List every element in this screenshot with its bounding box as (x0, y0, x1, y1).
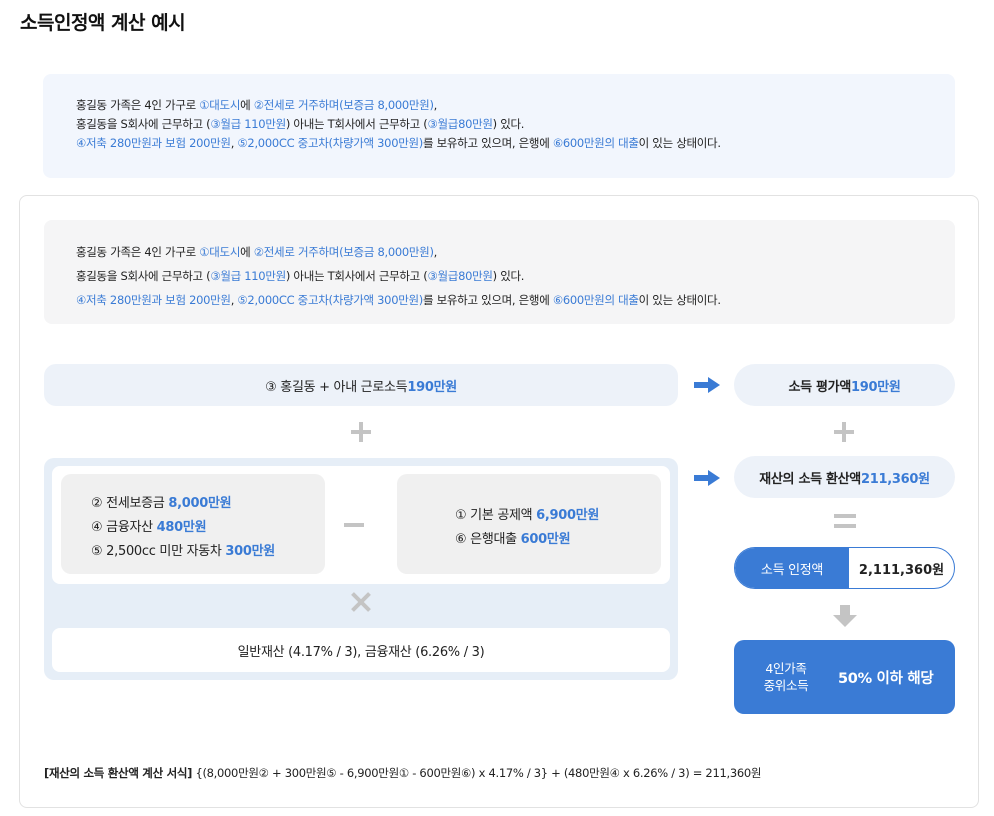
income-evaluation-value: 190만원 (850, 379, 901, 395)
median-income-label-line: 4인가족 (765, 661, 807, 676)
scenario-highlight-savings: ④저축 280만원과 보험 200만원 (76, 136, 231, 150)
scenario-text: ) 아내는 T회사에서 근무하고 ( (285, 269, 428, 283)
asset-income-conversion-value: 211,360원 (860, 471, 930, 487)
scenario-line-3: ④저축 280만원과 보험 200만원, ⑤2,000CC 중고차(차량가액 3… (76, 134, 955, 153)
earned-income-value: 190만원 (407, 379, 457, 395)
asset-income-conversion-label: 재산의 소득 환산액 (759, 471, 861, 487)
asset-deduction-box: ① 기본 공제액 6,900만원 ⑥ 은행대출 600만원 (397, 474, 661, 574)
calculation-card: 홍길동 가족은 4인 가구로 ①대도시에 ②전세로 거주하며(보증금 8,000… (19, 195, 979, 808)
median-income-result: 50% 이하 해당 (838, 670, 934, 687)
minus-icon (344, 523, 364, 527)
scenario-text: ) 아내는 T회사에서 근무하고 ( (285, 117, 428, 131)
scenario-highlight-salary-1: ③월급 110만원 (210, 269, 286, 283)
asset-item-label: ⑤ 2,500cc 미만 자동차 (91, 544, 226, 559)
asset-addition-box: ② 전세보증금 8,000만원 ④ 금융자산 480만원 ⑤ 2,500cc 미… (61, 474, 325, 574)
scenario-text: 홍길동을 S회사에 근무하고 ( (76, 269, 211, 283)
scenario-detail-box: 홍길동 가족은 4인 가구로 ①대도시에 ②전세로 거주하며(보증금 8,000… (44, 220, 955, 324)
scenario-line-3: ④저축 280만원과 보험 200만원, ⑤2,000CC 중고차(차량가액 3… (76, 288, 955, 312)
scenario-highlight-city: ①대도시 (199, 98, 241, 112)
recognized-income-box: 소득 인정액 2,111,360원 (734, 547, 955, 589)
scenario-highlight-salary-1: ③월급 110만원 (210, 117, 286, 131)
recognized-income-label: 소득 인정액 (735, 548, 849, 588)
income-evaluation-label: 소득 평가액 (788, 379, 851, 395)
scenario-highlight-salary-2: ③월급80만원 (427, 269, 493, 283)
conversion-rate-box: 일반재산 (4.17% / 3), 금융재산 (6.26% / 3) (52, 628, 670, 672)
deduction-item-value: 6,900만원 (536, 508, 600, 523)
formula-expression: {(8,000만원② + 300만원⑤ - 6,900만원① - 600만원⑥)… (192, 766, 762, 780)
scenario-text: 이 있는 상태이다. (638, 136, 721, 150)
plus-icon (351, 422, 371, 442)
asset-item-label: ② 전세보증금 (91, 496, 169, 511)
formula-line: [재산의 소득 환산액 계산 서식] {(8,000만원② + 300만원⑤ -… (44, 765, 761, 781)
median-income-label-line: 중위소득 (763, 678, 809, 693)
scenario-summary-box: 홍길동 가족은 4인 가구로 ①대도시에 ②전세로 거주하며(보증금 8,000… (43, 74, 955, 178)
scenario-text: 이 있는 상태이다. (638, 293, 721, 307)
earned-income-box: ③ 홍길동 + 아내 근로소득 190만원 (44, 364, 678, 406)
deduction-item-label: ① 기본 공제액 (455, 508, 537, 523)
plus-icon (834, 422, 854, 442)
asset-item-lease-deposit: ② 전세보증금 8,000만원 (91, 492, 325, 516)
scenario-text: 에 (240, 98, 254, 112)
asset-item-label: ④ 금융자산 (91, 520, 157, 535)
scenario-highlight-city: ①대도시 (199, 245, 241, 259)
scenario-highlight-loan: ⑥600만원의 대출 (552, 293, 639, 307)
page-title: 소득인정액 계산 예시 (20, 12, 186, 34)
arrow-right-icon (694, 470, 720, 486)
earned-income-label: ③ 홍길동 + 아내 근로소득 (265, 379, 408, 395)
scenario-text: 홍길동을 S회사에 근무하고 ( (76, 117, 211, 131)
asset-item-value: 8,000만원 (168, 496, 232, 511)
asset-calculation-panel: ② 전세보증금 8,000만원 ④ 금융자산 480만원 ⑤ 2,500cc 미… (44, 458, 678, 680)
median-income-label: 4인가족 중위소득 (734, 660, 838, 694)
scenario-text: 를 보유하고 있으며, 은행에 (422, 293, 553, 307)
scenario-highlight-car: ⑤2,000CC 중고차(차량가액 300만원) (237, 136, 423, 150)
scenario-highlight-lease: ②전세로 거주하며(보증금 8,000만원) (253, 98, 434, 112)
asset-item-value: 480만원 (156, 520, 207, 535)
asset-item-car: ⑤ 2,500cc 미만 자동차 300만원 (91, 540, 325, 564)
recognized-income-value: 2,111,360원 (858, 562, 945, 578)
scenario-line-2: 홍길동을 S회사에 근무하고 (③월급 110만원) 아내는 T회사에서 근무하… (76, 115, 955, 134)
formula-label: [재산의 소득 환산액 계산 서식] (44, 766, 193, 780)
median-income-result-box: 4인가족 중위소득 50% 이하 해당 (734, 640, 955, 714)
scenario-text: 에 (240, 245, 254, 259)
scenario-text: ) 있다. (492, 269, 525, 283)
deduction-item-loan: ⑥ 은행대출 600만원 (455, 528, 661, 552)
asset-income-conversion-box: 재산의 소득 환산액 211,360원 (734, 456, 955, 498)
scenario-line-2: 홍길동을 S회사에 근무하고 (③월급 110만원) 아내는 T회사에서 근무하… (76, 264, 955, 288)
scenario-highlight-car: ⑤2,000CC 중고차(차량가액 300만원) (237, 293, 423, 307)
arrow-down-icon (833, 605, 857, 627)
scenario-highlight-loan: ⑥600만원의 대출 (552, 136, 639, 150)
arrow-right-icon (694, 377, 720, 393)
scenario-text: 홍길동 가족은 4인 가구로 (76, 98, 200, 112)
deduction-item-label: ⑥ 은행대출 (455, 532, 521, 547)
scenario-line-1: 홍길동 가족은 4인 가구로 ①대도시에 ②전세로 거주하며(보증금 8,000… (76, 240, 955, 264)
scenario-highlight-savings: ④저축 280만원과 보험 200만원 (76, 293, 231, 307)
deduction-item-basic: ① 기본 공제액 6,900만원 (455, 504, 661, 528)
equals-icon (834, 514, 856, 528)
scenario-text: 를 보유하고 있으며, 은행에 (422, 136, 553, 150)
deduction-item-value: 600만원 (520, 532, 571, 547)
scenario-text: ) 있다. (492, 117, 525, 131)
scenario-highlight-salary-2: ③월급80만원 (427, 117, 493, 131)
scenario-text: , (433, 245, 438, 259)
asset-item-value: 300만원 (225, 544, 275, 559)
asset-item-financial: ④ 금융자산 480만원 (91, 516, 325, 540)
multiply-icon (350, 591, 372, 613)
scenario-line-1: 홍길동 가족은 4인 가구로 ①대도시에 ②전세로 거주하며(보증금 8,000… (76, 96, 955, 115)
income-evaluation-box: 소득 평가액 190만원 (734, 364, 955, 406)
scenario-text: , (433, 98, 438, 112)
scenario-highlight-lease: ②전세로 거주하며(보증금 8,000만원) (253, 245, 434, 259)
scenario-text: 홍길동 가족은 4인 가구로 (76, 245, 200, 259)
asset-net-box: ② 전세보증금 8,000만원 ④ 금융자산 480만원 ⑤ 2,500cc 미… (52, 466, 670, 584)
